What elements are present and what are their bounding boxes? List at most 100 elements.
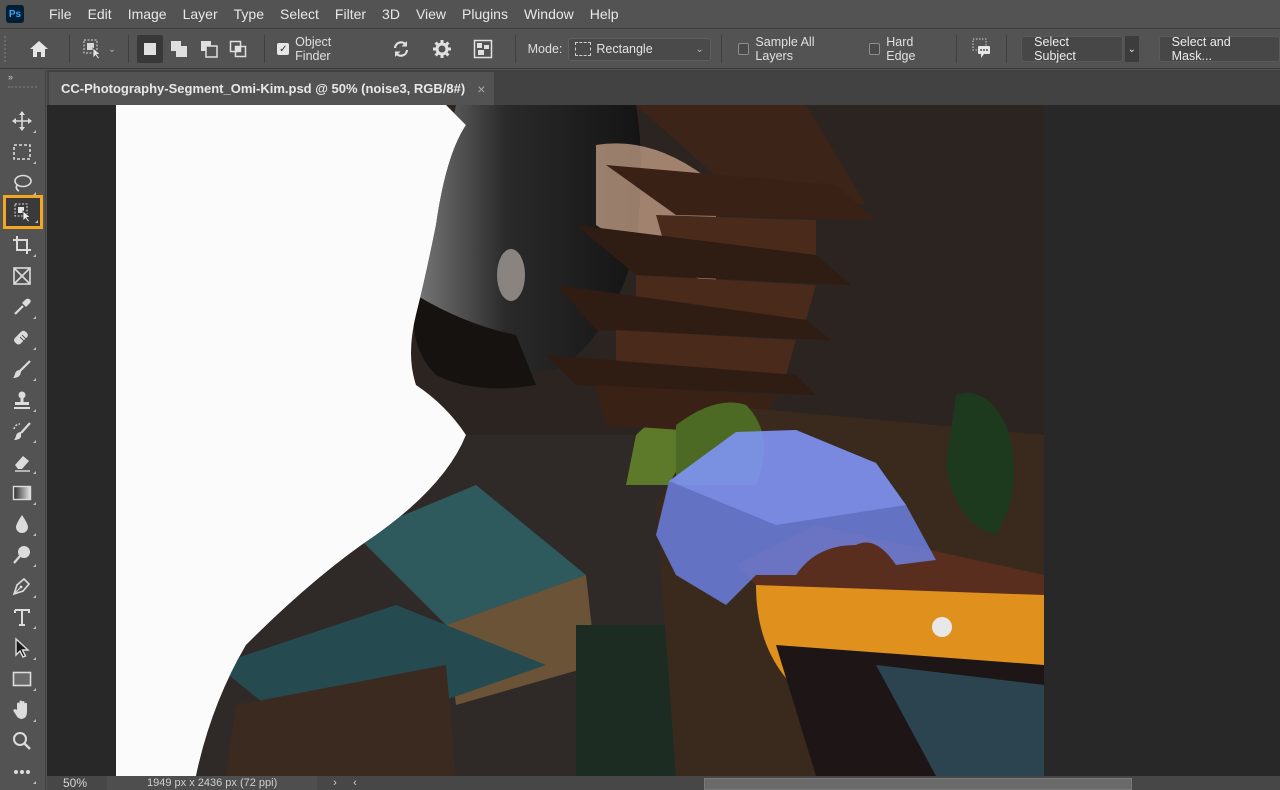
add-to-selection-button[interactable]: [167, 35, 192, 63]
home-button[interactable]: [18, 34, 61, 64]
brush-tool[interactable]: [6, 354, 38, 384]
object-finder-checkbox[interactable]: ✓ Object Finder: [277, 35, 367, 63]
subtract-from-selection-button[interactable]: [196, 35, 221, 63]
drop-icon: [16, 515, 28, 533]
mode-dropdown[interactable]: Rectangle ⌄: [568, 37, 711, 61]
mode-value: Rectangle: [596, 42, 653, 56]
history-brush-icon: [13, 422, 31, 440]
home-icon: [30, 41, 49, 57]
checkmark-icon: ✓: [277, 43, 290, 55]
document-info: 1949 px x 2436 px (72 ppi): [107, 776, 317, 790]
eraser-tool[interactable]: [6, 447, 38, 477]
settings-button[interactable]: [423, 34, 462, 64]
move-tool[interactable]: [6, 106, 38, 136]
blur-tool[interactable]: [6, 509, 38, 539]
object-selection-tool[interactable]: [3, 195, 43, 229]
magnifier-icon: [13, 732, 31, 750]
menu-window[interactable]: Window: [516, 0, 582, 29]
pen-icon: [12, 577, 31, 596]
eyedropper-tool[interactable]: [6, 292, 38, 322]
options-bar: ⌄ ✓ Object Finder Mode: Rectangle ⌄ Samp…: [0, 30, 1280, 69]
document-tab[interactable]: CC-Photography-Segment_Omi-Kim.psd @ 50%…: [49, 72, 494, 105]
hard-edge-checkbox[interactable]: Hard Edge: [868, 35, 945, 63]
type-icon: [14, 609, 30, 626]
sample-all-layers-label: Sample All Layers: [755, 35, 815, 63]
type-tool[interactable]: [6, 602, 38, 632]
checkbox-unchecked: [737, 43, 750, 55]
zoom-tool[interactable]: [6, 726, 38, 756]
chevron-left-icon[interactable]: ‹: [345, 777, 365, 789]
menu-image[interactable]: Image: [120, 0, 175, 29]
toolbar-grip[interactable]: [8, 86, 37, 96]
divider: [264, 35, 266, 63]
intersect-selection-icon: [229, 40, 247, 58]
frame-tool[interactable]: [6, 261, 38, 291]
refresh-icon: [394, 41, 409, 57]
document-title: CC-Photography-Segment_Omi-Kim.psd @ 50%…: [61, 81, 466, 96]
options-bar-grip[interactable]: [4, 36, 12, 62]
dodge-icon: [13, 546, 30, 564]
hard-edge-label: Hard Edge: [886, 35, 916, 63]
zoom-level[interactable]: 50%: [47, 776, 107, 790]
mode-label: Mode:: [527, 42, 563, 56]
divider: [128, 35, 130, 63]
spot-healing-brush-tool[interactable]: [6, 323, 38, 353]
rectangle-mode-icon: [575, 42, 592, 56]
tools-panel: ››: [0, 70, 46, 790]
chevron-down-icon: ⌄: [695, 43, 704, 55]
hand-icon: [13, 700, 27, 719]
menu-select[interactable]: Select: [272, 0, 327, 29]
more-icon: [14, 770, 30, 774]
move-icon: [12, 111, 32, 131]
divider: [68, 35, 70, 63]
menu-bar: Ps File Edit Image Layer Type Select Fil…: [0, 0, 1280, 29]
status-bar: 50% 1949 px x 2436 px (72 ppi) › ‹: [47, 776, 1280, 790]
rectangle-tool[interactable]: [6, 664, 38, 694]
menu-file[interactable]: File: [41, 0, 80, 29]
hand-tool[interactable]: [6, 695, 38, 725]
select-subject-button[interactable]: Select Subject: [1021, 35, 1124, 63]
intersect-selection-button[interactable]: [225, 35, 250, 63]
eyedropper-icon: [14, 298, 31, 315]
document-tab-bar: CC-Photography-Segment_Omi-Kim.psd @ 50%…: [47, 70, 1280, 105]
close-icon[interactable]: ×: [477, 81, 485, 97]
horizontal-scrollbar[interactable]: [704, 778, 1132, 790]
clone-stamp-tool[interactable]: [6, 385, 38, 415]
collapse-toolbar-button[interactable]: ››: [0, 70, 45, 84]
document-canvas[interactable]: [116, 105, 1044, 776]
history-brush-tool[interactable]: [6, 416, 38, 446]
select-subject-dropdown[interactable]: ⌄: [1125, 36, 1139, 62]
edit-toolbar-button[interactable]: [6, 757, 38, 787]
path-selection-tool[interactable]: [6, 633, 38, 663]
menu-layer[interactable]: Layer: [175, 0, 226, 29]
marquee-icon: [13, 144, 31, 160]
checkbox-unchecked: [868, 43, 881, 55]
lasso-tool[interactable]: [6, 168, 38, 198]
crop-tool[interactable]: [6, 230, 38, 260]
new-selection-button[interactable]: [137, 35, 163, 63]
tool-preset-picker[interactable]: ⌄: [78, 34, 121, 64]
menu-3d[interactable]: 3D: [374, 0, 408, 29]
menu-edit[interactable]: Edit: [80, 0, 120, 29]
sample-all-layers-checkbox[interactable]: Sample All Layers: [737, 35, 853, 63]
dodge-tool[interactable]: [6, 540, 38, 570]
chevron-right-icon[interactable]: ›: [325, 777, 345, 789]
show-all-objects-button[interactable]: [464, 34, 503, 64]
rectangular-marquee-tool[interactable]: [6, 137, 38, 167]
arrow-cursor-icon: [15, 637, 30, 658]
menu-type[interactable]: Type: [226, 0, 272, 29]
new-selection-icon: [144, 43, 156, 55]
pen-tool[interactable]: [6, 571, 38, 601]
menu-plugins[interactable]: Plugins: [454, 0, 516, 29]
lasso-icon: [14, 174, 32, 192]
photoshop-logo: Ps: [6, 5, 24, 23]
menu-view[interactable]: View: [408, 0, 454, 29]
menu-filter[interactable]: Filter: [327, 0, 374, 29]
canvas-workspace[interactable]: [47, 105, 1280, 776]
gradient-tool[interactable]: [6, 478, 38, 508]
feedback-button[interactable]: [965, 34, 998, 64]
menu-help[interactable]: Help: [582, 0, 627, 29]
select-and-mask-button[interactable]: Select and Mask...: [1158, 35, 1280, 63]
refresh-button[interactable]: [382, 34, 421, 64]
object-selection-icon: [83, 39, 101, 60]
